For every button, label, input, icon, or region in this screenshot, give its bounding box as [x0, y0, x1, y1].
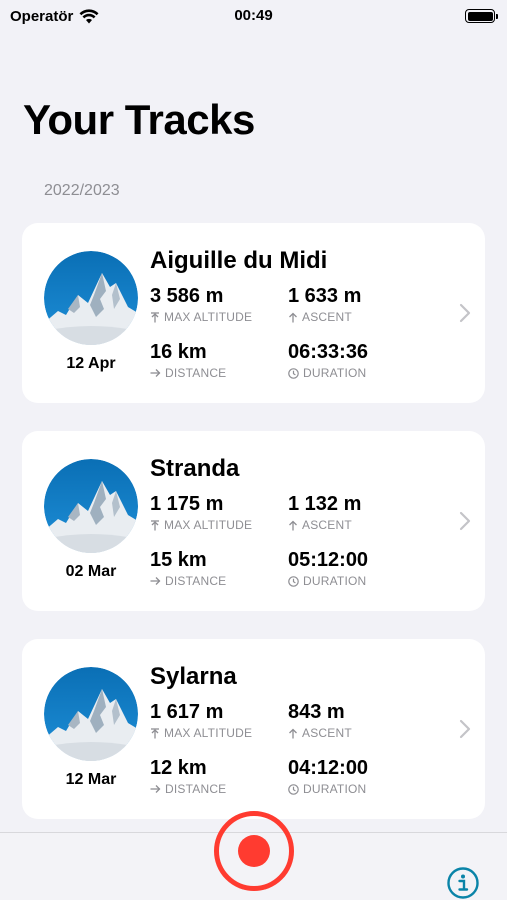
- record-icon: [238, 835, 270, 867]
- ascent-icon: [289, 728, 297, 738]
- clock-icon: [288, 783, 299, 795]
- duration-label: DURATION: [288, 366, 368, 380]
- distance-icon: [150, 577, 161, 585]
- stat-max-altitude: 3 586 m MAX ALTITUDE: [150, 285, 252, 324]
- distance-icon: [150, 785, 161, 793]
- max-altitude-label: MAX ALTITUDE: [150, 518, 252, 532]
- distance-text: DISTANCE: [165, 366, 227, 380]
- track-name: Aiguille du Midi: [150, 247, 328, 274]
- max-altitude-text: MAX ALTITUDE: [164, 518, 253, 532]
- stat-duration: 05:12:00 DURATION: [288, 549, 368, 588]
- distance-value: 12 km: [150, 757, 207, 779]
- chevron-right-icon: [459, 719, 471, 739]
- track-card[interactable]: 02 Mar Stranda 1 175 m MAX ALTITUDE 1 13…: [22, 431, 485, 611]
- ascent-value: 1 132 m: [288, 493, 362, 515]
- battery-fill: [467, 11, 493, 21]
- ascent-icon: [289, 520, 297, 530]
- ascent-label: ASCENT: [288, 726, 352, 740]
- track-card[interactable]: 12 Mar Sylarna 1 617 m MAX ALTITUDE 843 …: [22, 639, 485, 819]
- duration-text: DURATION: [303, 366, 367, 380]
- clock-icon: [288, 575, 299, 587]
- distance-text: DISTANCE: [165, 782, 227, 796]
- stat-ascent: 1 633 m ASCENT: [288, 285, 361, 324]
- distance-label: DISTANCE: [150, 574, 226, 588]
- battery-icon: [465, 9, 498, 23]
- ascent-text: ASCENT: [302, 726, 352, 740]
- record-button[interactable]: [214, 811, 294, 891]
- stat-max-altitude: 1 175 m MAX ALTITUDE: [150, 493, 252, 532]
- max-altitude-label: MAX ALTITUDE: [150, 726, 252, 740]
- track-date: 12 Mar: [65, 771, 117, 788]
- chevron-right-icon: [459, 303, 471, 323]
- duration-label: DURATION: [288, 574, 368, 588]
- duration-label: DURATION: [288, 782, 368, 796]
- ascent-value: 1 633 m: [288, 285, 362, 307]
- stat-ascent: 1 132 m ASCENT: [288, 493, 361, 532]
- section-header: 2022/2023: [44, 182, 120, 199]
- track-date: 02 Mar: [65, 563, 117, 580]
- mountain-icon: [44, 251, 138, 345]
- duration-text: DURATION: [303, 574, 367, 588]
- mountain-icon: [44, 667, 138, 761]
- info-icon[interactable]: [446, 866, 480, 900]
- max-altitude-icon: [151, 727, 159, 738]
- max-altitude-icon: [151, 519, 159, 530]
- ascent-label: ASCENT: [288, 518, 361, 532]
- mountain-icon: [44, 459, 138, 553]
- distance-value: 15 km: [150, 549, 207, 571]
- track-card[interactable]: 12 Apr Aiguille du Midi 3 586 m MAX ALTI…: [22, 223, 485, 403]
- distance-label: DISTANCE: [150, 782, 226, 796]
- max-altitude-icon: [151, 311, 159, 322]
- ascent-value: 843 m: [288, 701, 345, 723]
- distance-icon: [150, 369, 161, 377]
- distance-label: DISTANCE: [150, 366, 226, 380]
- max-altitude-text: MAX ALTITUDE: [164, 310, 253, 324]
- ascent-icon: [289, 312, 297, 322]
- stat-duration: 06:33:36 DURATION: [288, 341, 368, 380]
- stat-ascent: 843 m ASCENT: [288, 701, 352, 740]
- stat-distance: 12 km DISTANCE: [150, 757, 226, 796]
- duration-value: 06:33:36: [288, 341, 369, 363]
- ascent-text: ASCENT: [302, 518, 352, 532]
- stat-max-altitude: 1 617 m MAX ALTITUDE: [150, 701, 252, 740]
- stat-distance: 16 km DISTANCE: [150, 341, 226, 380]
- duration-text: DURATION: [303, 782, 367, 796]
- distance-text: DISTANCE: [165, 574, 227, 588]
- track-name: Sylarna: [150, 663, 237, 690]
- status-time: 00:49: [234, 7, 273, 24]
- stat-duration: 04:12:00 DURATION: [288, 757, 368, 796]
- max-altitude-value: 1 617 m: [150, 701, 224, 723]
- track-name: Stranda: [150, 455, 240, 482]
- page-title: Your Tracks: [23, 96, 255, 143]
- chevron-right-icon: [459, 511, 471, 531]
- max-altitude-value: 3 586 m: [150, 285, 224, 307]
- ascent-text: ASCENT: [302, 310, 352, 324]
- max-altitude-label: MAX ALTITUDE: [150, 310, 252, 324]
- max-altitude-text: MAX ALTITUDE: [164, 726, 253, 740]
- duration-value: 05:12:00: [288, 549, 369, 571]
- duration-value: 04:12:00: [288, 757, 369, 779]
- stat-distance: 15 km DISTANCE: [150, 549, 226, 588]
- distance-value: 16 km: [150, 341, 207, 363]
- ascent-label: ASCENT: [288, 310, 361, 324]
- status-bar: Operatör 00:49: [0, 0, 507, 32]
- max-altitude-value: 1 175 m: [150, 493, 224, 515]
- track-date: 12 Apr: [66, 355, 116, 372]
- clock-icon: [288, 367, 299, 379]
